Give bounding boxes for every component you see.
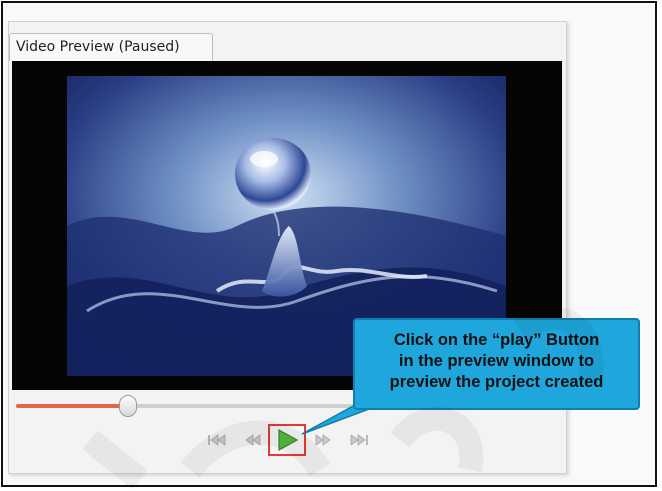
tab-video-preview[interactable]: Video Preview (Paused) <box>9 33 213 61</box>
seek-bar-progress <box>16 404 131 408</box>
fast-forward-icon <box>315 434 331 446</box>
skip-end-icon <box>350 434 368 446</box>
callout-line-1: Click on the “play” Button <box>393 331 600 349</box>
seek-bar-handle[interactable] <box>119 395 137 417</box>
callout-line-3: preview the project created <box>389 373 604 391</box>
instruction-callout: Click on the “play” Button in the previe… <box>353 318 640 410</box>
skip-start-icon <box>208 434 226 446</box>
rewind-button[interactable] <box>240 428 266 452</box>
rewind-icon <box>245 434 261 446</box>
tab-label: Video Preview (Paused) <box>16 39 180 55</box>
play-icon <box>278 428 299 452</box>
callout-line-2: in the preview window to <box>398 352 595 370</box>
skip-to-start-button[interactable] <box>204 428 230 452</box>
